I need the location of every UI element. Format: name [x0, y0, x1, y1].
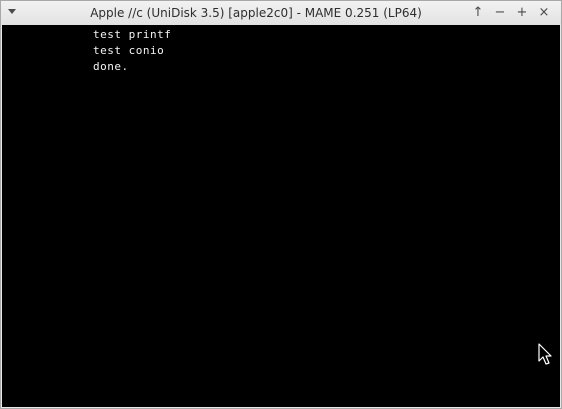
- maximize-icon[interactable]: +: [511, 2, 533, 24]
- terminal-line-3: done.: [93, 60, 129, 73]
- window-controls: ↑ − + ×: [467, 1, 555, 25]
- close-icon[interactable]: ×: [533, 2, 555, 24]
- mouse-pointer-icon: [538, 343, 552, 365]
- mame-window: Apple //c (UniDisk 3.5) [apple2c0] - MAM…: [0, 0, 562, 409]
- window-menu-chevron-down-icon[interactable]: [8, 9, 16, 14]
- emulator-screen[interactable]: test printf test conio done.: [2, 25, 560, 407]
- title-bar[interactable]: Apple //c (UniDisk 3.5) [apple2c0] - MAM…: [1, 1, 561, 25]
- window-title: Apple //c (UniDisk 3.5) [apple2c0] - MAM…: [90, 6, 422, 20]
- terminal-line-2: test conio: [93, 44, 165, 57]
- minimize-icon[interactable]: −: [489, 2, 511, 24]
- keep-above-arrow-up-icon[interactable]: ↑: [467, 2, 489, 24]
- terminal-line-1: test printf: [93, 28, 172, 41]
